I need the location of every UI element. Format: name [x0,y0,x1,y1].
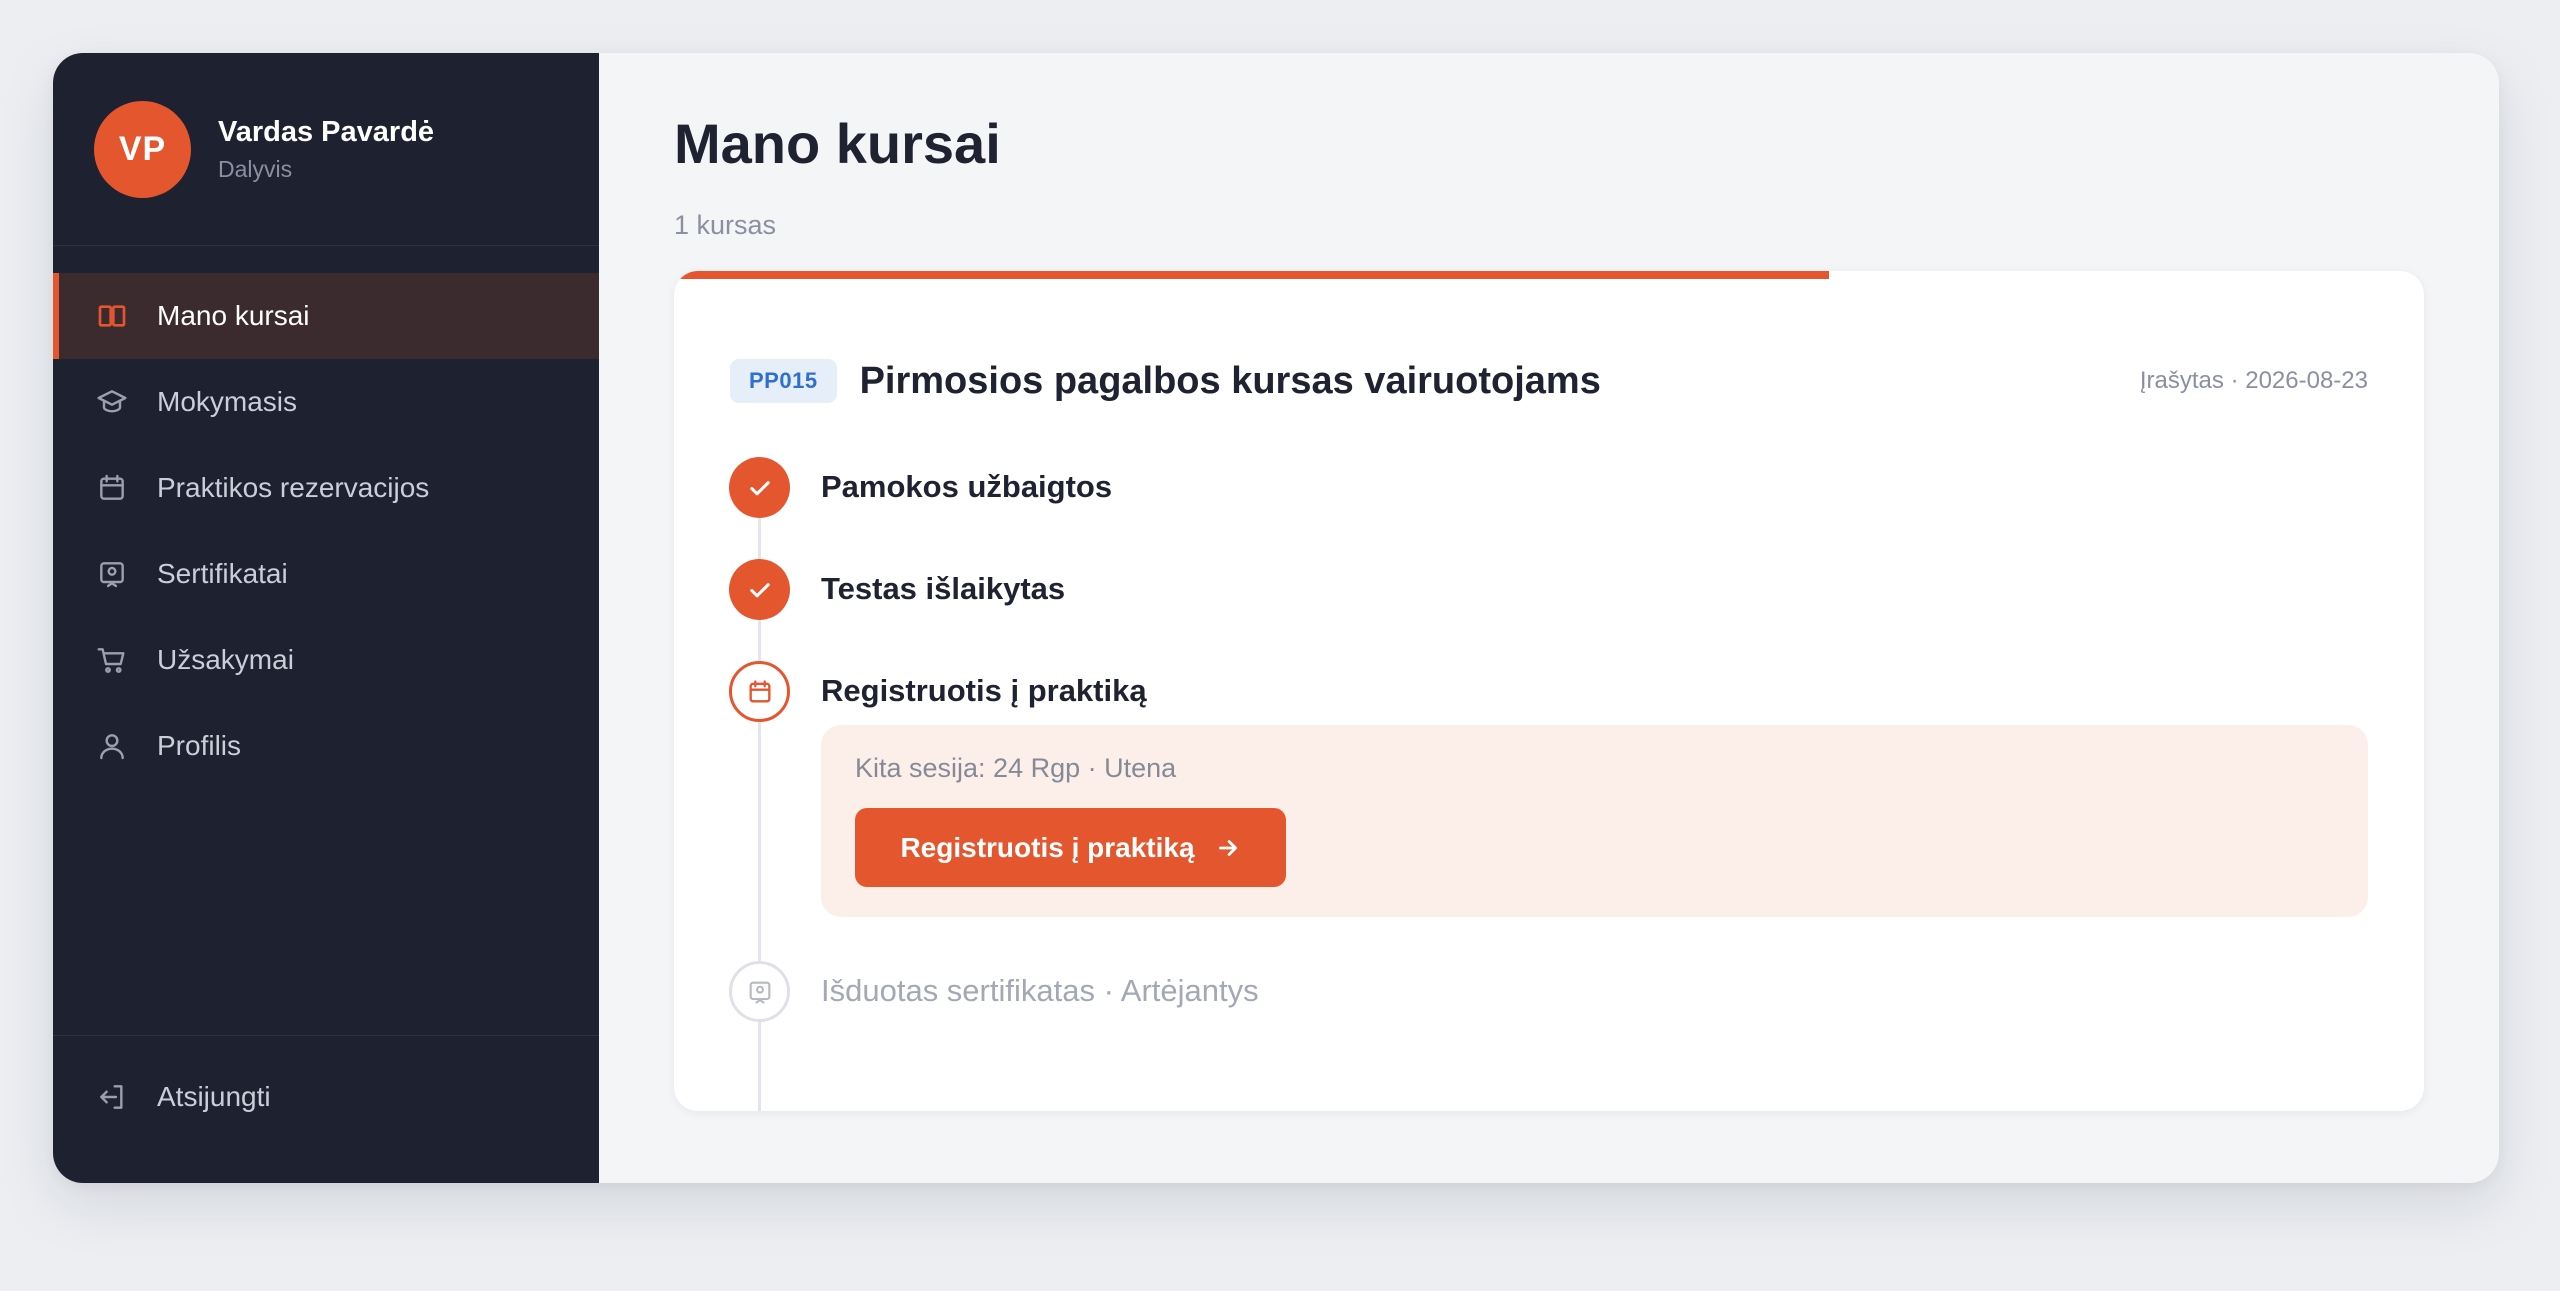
app-window: VP Vardas Pavardė Dalyvis Mano kursai Mo… [53,53,2499,1183]
sidebar-item-label: Mano kursai [157,300,310,331]
calendar-icon [96,472,128,504]
next-session-info: Kita sesija: 24 Rgp · Utena [855,753,1177,783]
cart-icon [96,644,128,676]
calendar-icon [749,679,770,702]
step-current-indicator [729,661,790,722]
sidebar-item-label: Sertifikatai [157,558,288,589]
practice-registration-panel: Kita sesija: 24 Rgp · Utena Registruotis… [821,725,2368,917]
course-header: PP015 Pirmosios pagalbos kursas vairuoto… [730,359,2368,403]
check-icon [749,582,770,597]
sidebar-item-label: Užsakymai [157,644,294,675]
sidebar-item-profilis[interactable]: Profilis [53,703,599,789]
course-card: PP015 Pirmosios pagalbos kursas vairuoto… [674,271,2424,1111]
page-title: Mano kursai [674,112,1001,175]
enrolled-date: Įrašytas · 2026-08-23 [2139,367,2368,394]
step-done-indicator [729,457,790,518]
sidebar-item-label: Profilis [157,730,242,761]
sidebar-item-mokymasis[interactable]: Mokymasis [53,359,599,445]
register-practice-button[interactable]: Registruotis į praktiką [855,808,1286,887]
course-progress-fill [674,271,1829,279]
sidebar: VP Vardas Pavardė Dalyvis Mano kursai Mo… [53,53,599,1183]
logout-icon [96,1081,128,1113]
step-label-test: Testas išlaikytas [821,571,1066,606]
step-label-practice: Registruotis į praktiką [821,673,1147,708]
sidebar-item-label: Praktikos rezervacijos [157,472,430,503]
user-profile: VP Vardas Pavardė Dalyvis [53,53,599,246]
step-label-lessons: Pamokos užbaigtos [821,469,1113,504]
course-title: Pirmosios pagalbos kursas vairuotojams [859,359,1601,402]
user-info: Vardas Pavardė Dalyvis [218,114,434,184]
logout-label: Atsijungti [157,1081,271,1112]
user-icon [96,730,128,762]
user-name: Vardas Pavardė [218,116,435,148]
graduation-cap-icon [96,386,128,418]
user-role: Dalyvis [218,156,293,182]
certificate-icon [96,558,128,590]
course-code-badge: PP015 [730,359,837,403]
main-content: Mano kursai 1 kursas PP015 Pirmosios pag… [599,53,2499,1183]
sidebar-item-uzsakymai[interactable]: Užsakymai [53,617,599,703]
register-practice-label: Registruotis į praktiką [900,831,1195,863]
sidebar-item-sertifikatai[interactable]: Sertifikatai [53,531,599,617]
sidebar-item-label: Mokymasis [157,386,298,417]
course-progress-bar [674,271,2424,279]
arrow-right-icon [1215,835,1241,861]
sidebar-item-mano-kursai[interactable]: Mano kursai [53,273,599,359]
step-pending-indicator [729,961,790,1022]
book-open-icon [96,300,128,332]
step-label-certificate: Išduotas sertifikatas · Artėjantys [821,973,1259,1008]
certificate-icon [749,981,770,1004]
logout-button[interactable]: Atsijungti [53,1054,599,1140]
sidebar-item-praktikos-rezervacijos[interactable]: Praktikos rezervacijos [53,445,599,531]
avatar: VP [94,100,191,198]
check-icon [749,480,770,495]
sidebar-nav: Mano kursai Mokymasis Praktikos rezervac… [53,273,599,789]
course-count: 1 kursas [674,210,777,240]
sidebar-footer: Atsijungti [53,1035,599,1183]
step-done-indicator [729,559,790,620]
